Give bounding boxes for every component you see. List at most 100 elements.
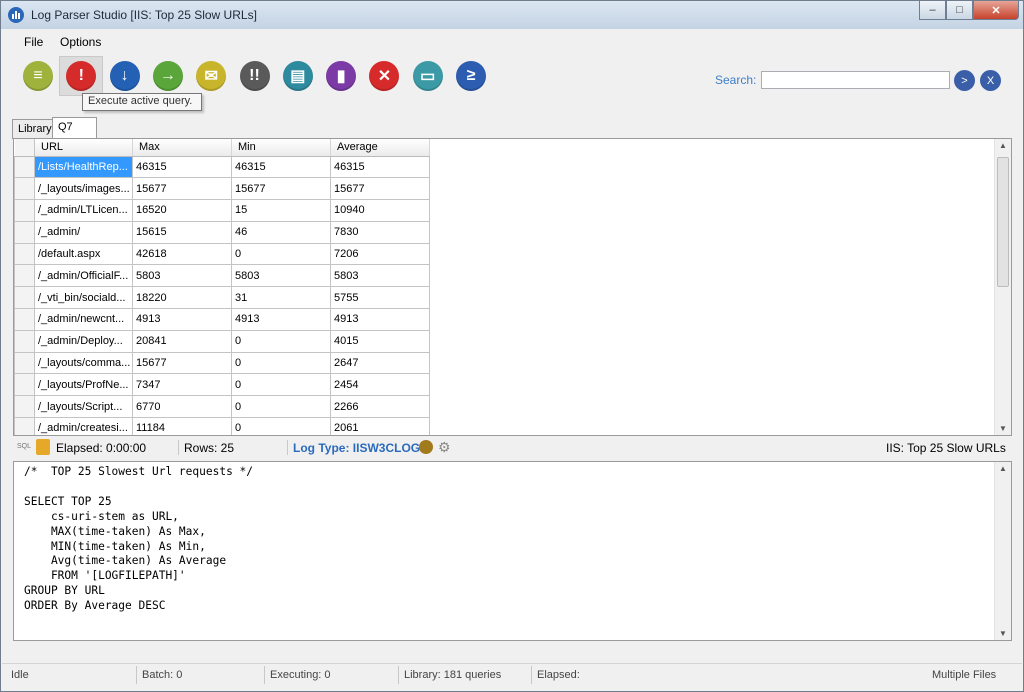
table-row[interactable]: /_vti_bin/sociald... 18220 31 5755 [14,286,430,310]
table-cell[interactable]: 4015 [330,329,430,353]
scroll-down-icon[interactable]: ▼ [999,424,1007,433]
table-row[interactable]: /_admin/createsi... 11184 0 2061 [14,417,430,435]
log-type[interactable]: Log Type: IISW3CLOG [293,441,420,455]
row-header[interactable] [14,264,35,288]
table-row[interactable]: /_layouts/comma... 15677 0 2647 [14,351,430,375]
table-row[interactable]: /Lists/HealthRep... 46315 46315 46315 [14,155,430,179]
table-cell[interactable]: /_vti_bin/sociald... [34,286,133,310]
table-cell[interactable]: /_layouts/Script... [34,395,133,419]
table-cell[interactable]: 7347 [132,373,232,397]
table-row[interactable]: /_admin/LTLicen... 16520 15 10940 [14,199,430,222]
table-cell[interactable]: 2454 [330,373,430,397]
table-cell[interactable]: 0 [231,329,331,353]
search-go-button[interactable]: > [954,70,975,91]
table-cell[interactable]: 46315 [231,155,331,179]
table-cell[interactable]: 5755 [330,286,430,310]
down-arrow-button[interactable]: ↓ [109,61,140,91]
table-cell[interactable]: 7830 [330,220,430,244]
abort-button[interactable]: ✕ [369,61,400,91]
query-editor[interactable]: /* TOP 25 Slowest Url requests */ SELECT… [13,461,1012,641]
table-cell[interactable]: 31 [231,286,331,310]
table-cell[interactable]: 46315 [132,155,232,179]
tab-q7[interactable]: Q7 [52,117,97,139]
chart-button[interactable]: ▮ [326,61,357,91]
row-header[interactable] [14,242,35,266]
table-row[interactable]: /_admin/OfficialF... 5803 5803 5803 [14,264,430,288]
row-header[interactable] [14,373,35,397]
log-type-dropdown-icon[interactable] [419,440,433,454]
table-cell[interactable]: 15677 [330,177,430,201]
row-header[interactable] [14,286,35,310]
table-cell[interactable]: 4913 [231,308,331,331]
table-cell[interactable]: 5803 [330,264,430,288]
row-header[interactable] [14,351,35,375]
table-cell[interactable]: 0 [231,395,331,419]
table-cell[interactable]: 18220 [132,286,232,310]
table-cell[interactable]: 7206 [330,242,430,266]
table-cell[interactable]: 2266 [330,395,430,419]
table-cell[interactable]: /_layouts/comma... [34,351,133,375]
table-cell[interactable]: 2061 [330,417,430,435]
scroll-down-icon[interactable]: ▼ [999,629,1007,638]
table-cell[interactable]: /_admin/ [34,220,133,244]
table-row[interactable]: /default.aspx 42618 0 7206 [14,242,430,266]
table-cell[interactable]: 15 [231,199,331,222]
table-cell[interactable]: /default.aspx [34,242,133,266]
document-button[interactable]: ≡ [23,61,53,91]
table-cell[interactable]: 46315 [330,155,430,179]
scroll-up-icon[interactable]: ▲ [999,141,1007,150]
menu-options[interactable]: Options [60,35,101,49]
table-cell[interactable]: /_admin/createsi... [34,417,133,435]
log-file-button[interactable]: ▤ [282,61,313,91]
table-cell[interactable]: 10940 [330,199,430,222]
table-cell[interactable]: 5803 [132,264,232,288]
search-input[interactable] [761,71,950,89]
row-header[interactable] [14,177,35,201]
maximize-button[interactable]: □ [946,1,973,20]
scroll-thumb[interactable] [997,157,1009,287]
table-cell[interactable]: 0 [231,351,331,375]
table-cell[interactable]: 2647 [330,351,430,375]
sql-text[interactable]: /* TOP 25 Slowest Url requests */ SELECT… [24,465,253,614]
table-row[interactable]: /_admin/newcnt... 4913 4913 4913 [14,308,430,331]
row-header[interactable] [14,417,35,435]
powershell-button[interactable]: ≥ [456,61,486,91]
column-header-min[interactable]: Min [231,139,331,157]
execute-all-button[interactable]: !! [239,61,270,91]
scroll-up-icon[interactable]: ▲ [999,464,1007,473]
table-cell[interactable]: 15677 [231,177,331,201]
close-window-button[interactable]: ✕ [973,1,1019,20]
row-header[interactable] [14,220,35,244]
gear-icon[interactable]: ⚙ [438,439,451,456]
table-cell[interactable]: 4913 [330,308,430,331]
row-header[interactable] [14,308,35,331]
table-cell[interactable]: 16520 [132,199,232,222]
table-cell[interactable]: 15615 [132,220,232,244]
table-cell[interactable]: 0 [231,242,331,266]
csv-export-button[interactable]: ✉ [196,61,227,91]
row-header[interactable] [14,199,35,222]
table-row[interactable]: /_admin/15615 46 7830 [14,220,430,244]
table-row[interactable]: /_admin/Deploy... 20841 0 4015 [14,329,430,353]
row-header[interactable] [14,155,35,179]
table-cell[interactable]: /_admin/Deploy... [34,329,133,353]
editor-scrollbar[interactable]: ▲ ▼ [994,462,1011,640]
table-cell[interactable]: /Lists/HealthRep... [34,155,133,179]
search-clear-button[interactable]: X [980,70,1001,91]
menu-file[interactable]: File [24,35,43,49]
table-cell[interactable]: /_layouts/ProfNe... [34,373,133,397]
grid-scrollbar[interactable]: ▲ ▼ [994,139,1011,435]
row-header[interactable] [14,395,35,419]
table-cell[interactable]: 20841 [132,329,232,353]
table-cell[interactable]: 11184 [132,417,232,435]
table-cell[interactable]: 0 [231,417,331,435]
minimize-button[interactable]: – [919,1,946,20]
table-row[interactable]: /_layouts/images... 15677 15677 15677 [14,177,430,201]
table-cell[interactable]: 15677 [132,351,232,375]
table-cell[interactable]: 0 [231,373,331,397]
table-row[interactable]: /_layouts/Script... 6770 0 2266 [14,395,430,419]
table-cell[interactable]: 4913 [132,308,232,331]
table-cell[interactable]: 6770 [132,395,232,419]
column-header-average[interactable]: Average [330,139,430,157]
table-cell[interactable]: 15677 [132,177,232,201]
